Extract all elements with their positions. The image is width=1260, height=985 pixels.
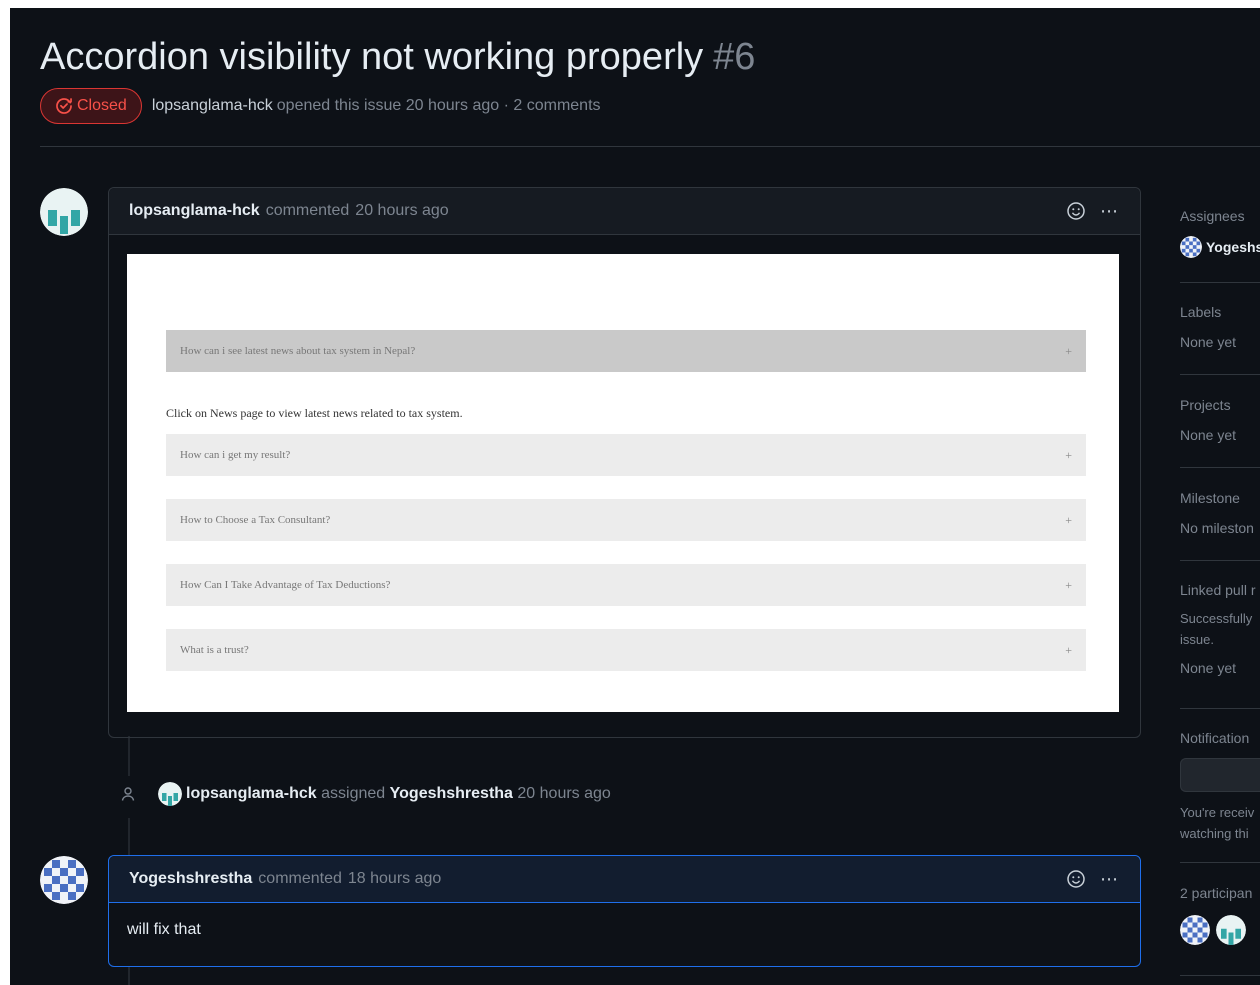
timeline-line — [128, 966, 130, 985]
comment-verb: commented — [265, 202, 350, 219]
sidebar-heading: Notification — [1180, 730, 1250, 746]
accordion-item: How can i see latest news about tax syst… — [166, 330, 1086, 372]
header-divider — [40, 146, 1260, 147]
sidebar-value: None yet — [1180, 660, 1237, 676]
accordion-item: What is a trust? + — [166, 629, 1086, 671]
accordion-item: How can i get my result? + — [166, 434, 1086, 476]
sidebar-divider — [1180, 862, 1260, 863]
avatar — [1180, 236, 1202, 258]
sidebar-heading: Milestone — [1180, 490, 1240, 506]
accordion-question: How Can I Take Advantage of Tax Deductio… — [180, 579, 391, 591]
sidebar-value: None yet — [1180, 427, 1237, 443]
issue-author-link[interactable]: lopsanglama-hck — [152, 97, 273, 115]
accordion-question: How can i get my result? — [180, 449, 291, 461]
issue-closed-icon — [56, 98, 72, 114]
sidebar-value: None yet — [1180, 334, 1237, 350]
sidebar-heading: Labels — [1180, 304, 1222, 320]
issue-meta: Closed lopsanglama-hck opened this issue… — [40, 88, 601, 124]
sidebar-value: No mileston — [1180, 520, 1254, 536]
sidebar-divider — [1180, 467, 1260, 468]
comment-1: lopsanglama-hck commented 20 hours ago ⋯… — [108, 187, 1141, 738]
accordion-question: What is a trust? — [180, 644, 249, 656]
sidebar-milestone[interactable]: Milestone No mileston — [1180, 490, 1260, 536]
event-actor[interactable]: lopsanglama-hck — [186, 785, 317, 802]
avatar[interactable] — [1216, 915, 1246, 945]
comment-header: lopsanglama-hck commented 20 hours ago ⋯ — [109, 188, 1140, 235]
issue-page: Accordion visibility not working properl… — [10, 8, 1260, 985]
accordion-answer: Click on News page to view latest news r… — [166, 406, 463, 420]
assignee-item[interactable]: Yogeshs — [1180, 236, 1260, 258]
smiley-icon[interactable] — [1066, 201, 1086, 221]
sidebar-divider — [1180, 282, 1260, 283]
comment-time[interactable]: 20 hours ago — [355, 202, 448, 220]
event-action: assigned — [321, 785, 386, 802]
linked-desc-line: Successfully — [1180, 611, 1253, 626]
sidebar-heading: Linked pull r — [1180, 582, 1256, 598]
plus-icon: + — [1065, 343, 1072, 358]
status-badge: Closed — [40, 88, 142, 124]
event-time[interactable]: 20 hours ago — [517, 785, 610, 802]
kebab-icon[interactable]: ⋯ — [1100, 201, 1120, 222]
sidebar-divider — [1180, 374, 1260, 375]
smiley-icon[interactable] — [1066, 869, 1086, 889]
accordion-item: How to Choose a Tax Consultant? + — [166, 499, 1086, 541]
accordion-question: How can i see latest news about tax syst… — [180, 345, 416, 357]
sidebar-notifications: Notification You're receiv watching thi — [1180, 730, 1260, 844]
plus-icon: + — [1065, 577, 1072, 592]
avatar[interactable] — [40, 188, 88, 236]
comment-header: Yogeshshrestha commented 18 hours ago ⋯ — [109, 856, 1140, 903]
sidebar-description: Successfully issue. — [1180, 608, 1260, 650]
subscribe-button[interactable] — [1180, 758, 1260, 792]
assignee-name: Yogeshs — [1206, 239, 1260, 255]
avatar[interactable] — [1180, 915, 1210, 945]
avatar[interactable] — [158, 782, 182, 806]
sidebar-participants: 2 participan — [1180, 885, 1260, 945]
timeline-event-assigned: lopsanglama-hck assigned Yogeshshrestha … — [120, 782, 611, 806]
plus-icon: + — [1065, 447, 1072, 462]
accordion-question: How to Choose a Tax Consultant? — [180, 514, 331, 526]
sidebar-heading: Projects — [1180, 397, 1231, 413]
avatar[interactable] — [40, 856, 88, 904]
linked-desc-line: issue. — [1180, 632, 1214, 647]
comment-time[interactable]: 18 hours ago — [348, 870, 441, 888]
sidebar-divider — [1180, 975, 1260, 976]
comment-verb: commented — [258, 870, 342, 887]
status-label: Closed — [77, 97, 127, 114]
sidebar-heading: 2 participan — [1180, 885, 1253, 901]
event-target[interactable]: Yogeshshrestha — [390, 785, 513, 802]
issue-title: Accordion visibility not working properl… — [40, 36, 755, 79]
sidebar-projects[interactable]: Projects None yet — [1180, 397, 1260, 443]
comment-body: will fix that — [127, 921, 201, 938]
sidebar-assignees[interactable]: Assignees Yogeshs — [1180, 208, 1260, 258]
timeline-line — [128, 818, 130, 858]
sidebar-linked-prs[interactable]: Linked pull r Successfully issue. None y… — [1180, 582, 1260, 676]
timeline-line — [128, 736, 130, 776]
issue-number: #6 — [713, 36, 756, 78]
sidebar-heading: Assignees — [1180, 208, 1245, 224]
attached-screenshot: How can i see latest news about tax syst… — [127, 254, 1119, 712]
sidebar-description: You're receiv watching thi — [1180, 802, 1260, 844]
sidebar-divider — [1180, 708, 1260, 709]
participant-list — [1180, 915, 1260, 945]
kebab-icon[interactable]: ⋯ — [1100, 869, 1120, 890]
notif-desc-line: watching thi — [1180, 826, 1249, 841]
comment-author[interactable]: Yogeshshrestha — [129, 870, 252, 888]
sidebar-divider — [1180, 560, 1260, 561]
person-icon — [121, 787, 135, 801]
issue-title-text: Accordion visibility not working properl… — [40, 36, 704, 78]
comment-author[interactable]: lopsanglama-hck — [129, 202, 260, 220]
comment-2: Yogeshshrestha commented 18 hours ago ⋯ … — [108, 855, 1141, 967]
notif-desc-line: You're receiv — [1180, 805, 1255, 820]
accordion-item: How Can I Take Advantage of Tax Deductio… — [166, 564, 1086, 606]
plus-icon: + — [1065, 512, 1072, 527]
plus-icon: + — [1065, 642, 1072, 657]
sidebar-labels[interactable]: Labels None yet — [1180, 304, 1260, 350]
issue-meta-text: opened this issue 20 hours ago · 2 comme… — [276, 97, 601, 114]
